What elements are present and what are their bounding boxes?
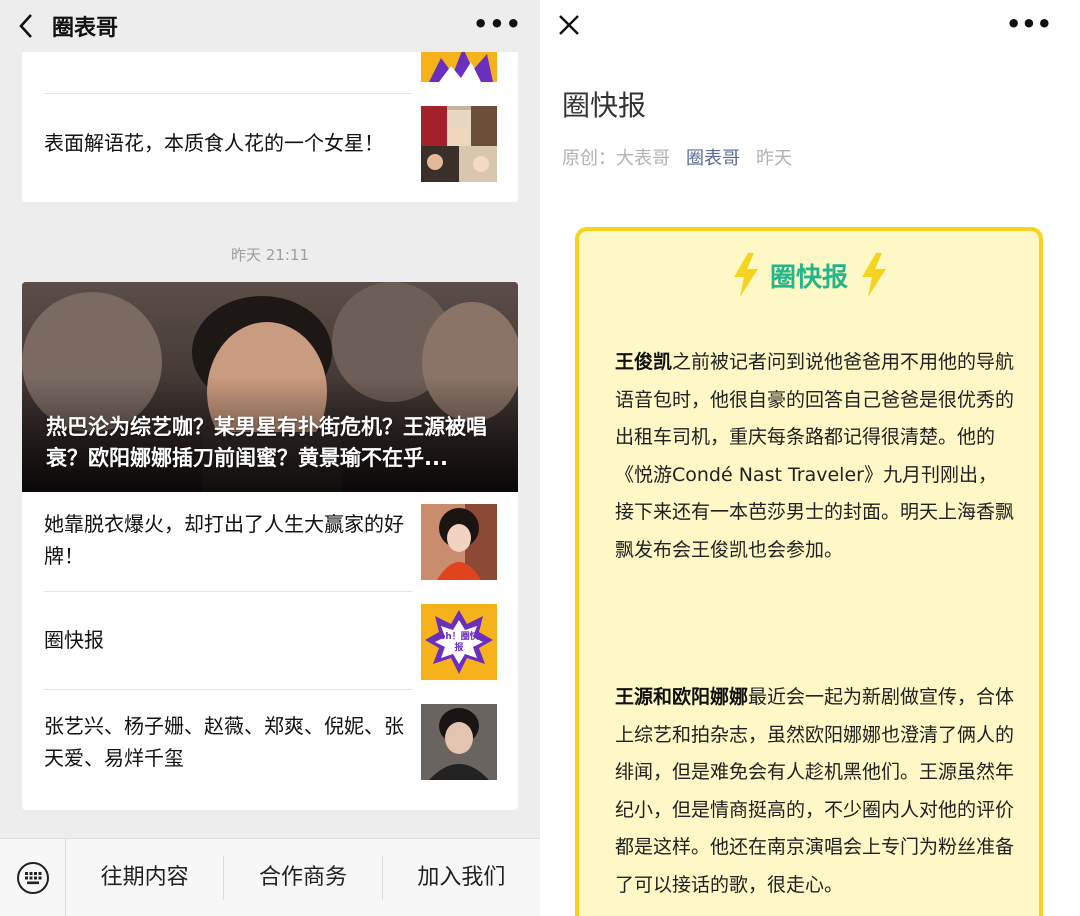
hero-title: 热巴沦为综艺咖？某男星有扑街危机？王源被唱衰？欧阳娜娜插刀前闺蜜？黄景瑜不在乎.… xyxy=(46,415,487,470)
article-row[interactable]: 圈快报 oh！圈快报 xyxy=(22,592,518,690)
news-box-title: 圈快报 xyxy=(769,262,848,293)
bottom-menu-bar: 往期内容 合作商务 加入我们 xyxy=(0,838,540,916)
article-date: 昨天 xyxy=(756,148,792,169)
menu-item-join-us[interactable]: 加入我们 xyxy=(383,856,540,900)
more-dots-icon[interactable]: ••• xyxy=(1006,12,1052,36)
article-title: 她靠脱衣爆火，却打出了人生大赢家的好牌！ xyxy=(44,512,404,568)
keyboard-icon xyxy=(16,861,49,894)
paragraph-text: 最近会一起为新剧做宣传，合体上综艺和拍杂志，虽然欧阳娜娜也澄清了俩人的绯闻，但是… xyxy=(615,686,1015,896)
chat-pane: 圈表哥 ••• 表面解语花，本质食人花的一个女星！ 昨天 21:11 热巴沦为综… xyxy=(0,0,540,916)
article-title: 圈快报 xyxy=(44,628,104,652)
chevron-left-icon xyxy=(19,14,32,38)
chat-header: 圈表哥 ••• xyxy=(0,0,540,52)
message-timestamp: 昨天 21:11 xyxy=(231,246,309,264)
more-dots-icon[interactable]: ••• xyxy=(473,12,522,36)
menu-item-past-content[interactable]: 往期内容 xyxy=(66,855,225,900)
article-thumbnail[interactable] xyxy=(421,106,497,182)
paragraph-text: 之前被记者问到说他爸爸用不用他的导航语音包时，他很自豪的回答自己爸爸是很优秀的出… xyxy=(615,351,1015,561)
chat-title: 圈表哥 xyxy=(52,16,119,41)
article-card[interactable]: 表面解语花，本质食人花的一个女星！ xyxy=(22,40,518,202)
close-icon xyxy=(559,15,579,35)
paragraph-subject: 王俊凯 xyxy=(615,351,673,373)
thumbnail-text: oh！圈快报 xyxy=(439,632,479,653)
article-thumbnail xyxy=(421,504,497,580)
article-title: 圈快报 xyxy=(562,89,647,122)
news-box: 圈快报 王俊凯之前被记者问到说他爸爸用不用他的导航语音包时，他很自豪的回答自己爸… xyxy=(575,227,1043,916)
divider xyxy=(44,93,412,94)
article-thumbnail: oh！圈快报 xyxy=(421,604,497,680)
back-button[interactable] xyxy=(0,0,52,52)
lightning-icon xyxy=(733,253,758,297)
news-paragraph: 王俊凯之前被记者问到说他爸爸用不用他的导航语音包时，他很自豪的回答自己爸爸是很优… xyxy=(615,344,1015,570)
news-box-header: 圈快报 xyxy=(579,253,1039,297)
keyboard-toggle-button[interactable] xyxy=(0,838,66,916)
article-pane: ••• 圈快报 原创：大表哥 圈表哥 昨天 圈快报 王俊凯之前被记者问到说他爸爸… xyxy=(542,0,1080,916)
menu-item-business[interactable]: 合作商务 xyxy=(224,855,383,900)
close-button[interactable] xyxy=(554,10,584,40)
article-card-group: 热巴沦为综艺咖？某男星有扑街危机？王源被唱衰？欧阳娜娜插刀前闺蜜？黄景瑜不在乎.… xyxy=(22,282,518,810)
article-origin: 原创：大表哥 xyxy=(562,148,670,169)
article-title: 张艺兴、杨子姗、赵薇、郑爽、倪妮、张天爱、易烊千玺 xyxy=(44,714,404,770)
news-paragraph: 王源和欧阳娜娜最近会一起为新剧做宣传，合体上综艺和拍杂志，虽然欧阳娜娜也澄清了俩… xyxy=(615,679,1015,905)
account-link[interactable]: 圈表哥 xyxy=(686,144,740,170)
article-row[interactable]: 她靠脱衣爆火，却打出了人生大赢家的好牌！ xyxy=(22,492,518,592)
article-title[interactable]: 表面解语花，本质食人花的一个女星！ xyxy=(44,128,404,158)
hero-article[interactable]: 热巴沦为综艺咖？某男星有扑街危机？王源被唱衰？欧阳娜娜插刀前闺蜜？黄景瑜不在乎.… xyxy=(22,282,518,492)
article-row[interactable]: 张艺兴、杨子姗、赵薇、郑爽、倪妮、张天爱、易烊千玺 xyxy=(22,690,518,802)
paragraph-subject: 王源和欧阳娜娜 xyxy=(615,686,749,708)
article-thumbnail xyxy=(421,704,497,780)
article-meta: 原创：大表哥 圈表哥 昨天 xyxy=(562,144,792,170)
lightning-icon xyxy=(862,253,886,297)
